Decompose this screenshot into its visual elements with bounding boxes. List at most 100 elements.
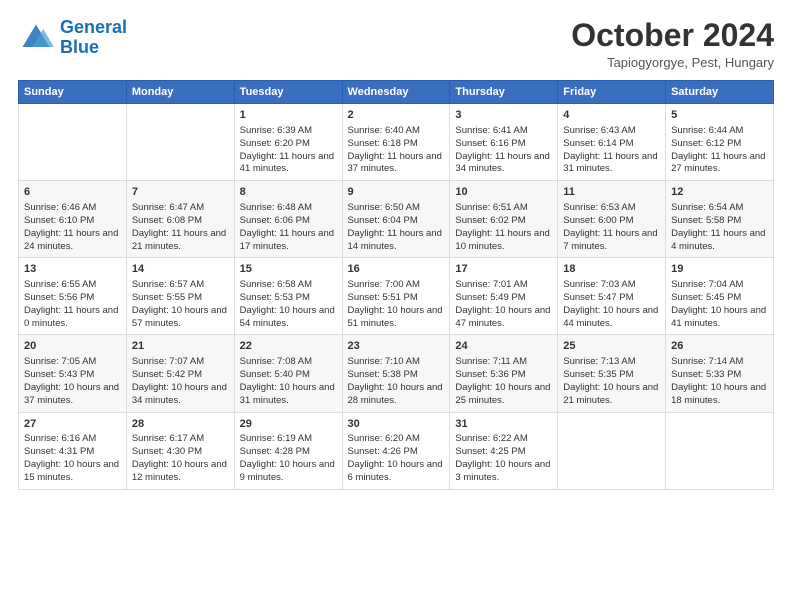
calendar-cell: 29Sunrise: 6:19 AMSunset: 4:28 PMDayligh… (234, 412, 342, 489)
day-info: Sunrise: 6:58 AMSunset: 5:53 PMDaylight:… (240, 279, 337, 330)
day-number: 23 (348, 339, 445, 354)
calendar-cell: 31Sunrise: 6:22 AMSunset: 4:25 PMDayligh… (450, 412, 558, 489)
calendar-cell: 3Sunrise: 6:41 AMSunset: 6:16 PMDaylight… (450, 104, 558, 181)
calendar-cell: 24 Sunrise: 7:11 AMSunset: 5:36 PMDayligh… (450, 335, 558, 412)
day-info: Sunrise: 7:03 AMSunset: 5:47 PMDaylight:… (563, 279, 660, 330)
calendar-cell: 22 Sunrise: 7:08 AMSunset: 5:40 PMDayligh… (234, 335, 342, 412)
calendar-cell (19, 104, 127, 181)
day-info: Sunrise: 6:50 AMSunset: 6:04 PMDaylight:… (348, 202, 445, 253)
subtitle: Tapiogyorgye, Pest, Hungary (571, 55, 774, 70)
calendar-cell: 5 Sunrise: 6:44 AMSunset: 6:12 PMDaylight… (666, 104, 774, 181)
calendar-cell: 6Sunrise: 6:46 AMSunset: 6:10 PMDaylight… (19, 181, 127, 258)
calendar-cell (558, 412, 666, 489)
day-info: Sunrise: 6:51 AMSunset: 6:02 PMDaylight:… (455, 202, 552, 253)
logo-line1: General (60, 17, 127, 37)
calendar-cell: 9 Sunrise: 6:50 AMSunset: 6:04 PMDaylight… (342, 181, 450, 258)
day-number: 4 (563, 108, 660, 123)
calendar-cell: 17 Sunrise: 7:01 AMSunset: 5:49 PMDayligh… (450, 258, 558, 335)
calendar-cell: 12Sunrise: 6:54 AMSunset: 5:58 PMDayligh… (666, 181, 774, 258)
day-number: 27 (24, 417, 121, 432)
day-number: 20 (24, 339, 121, 354)
calendar: SundayMondayTuesdayWednesdayThursdayFrid… (18, 80, 774, 489)
calendar-cell: 18 Sunrise: 7:03 AMSunset: 5:47 PMDayligh… (558, 258, 666, 335)
day-number: 22 (240, 339, 337, 354)
calendar-week-row: 6Sunrise: 6:46 AMSunset: 6:10 PMDaylight… (19, 181, 774, 258)
day-number: 28 (132, 417, 229, 432)
day-number: 24 (455, 339, 552, 354)
day-number: 16 (348, 262, 445, 277)
day-number: 21 (132, 339, 229, 354)
day-number: 3 (455, 108, 552, 123)
calendar-cell: 1Sunrise: 6:39 AMSunset: 6:20 PMDaylight… (234, 104, 342, 181)
day-info: Sunrise: 6:20 AMSunset: 4:26 PMDaylight:… (348, 433, 445, 484)
calendar-header-row: SundayMondayTuesdayWednesdayThursdayFrid… (19, 81, 774, 104)
calendar-week-row: 13Sunrise: 6:55 AMSunset: 5:56 PMDayligh… (19, 258, 774, 335)
calendar-week-row: 20 Sunrise: 7:05 AMSunset: 5:43 PMDayligh… (19, 335, 774, 412)
day-header-saturday: Saturday (666, 81, 774, 104)
day-number: 18 (563, 262, 660, 277)
header: General Blue October 2024 Tapiogyorgye, … (18, 18, 774, 70)
day-info: Sunrise: 6:53 AMSunset: 6:00 PMDaylight:… (563, 202, 660, 253)
calendar-cell (666, 412, 774, 489)
calendar-cell: 14Sunrise: 6:57 AMSunset: 5:55 PMDayligh… (126, 258, 234, 335)
day-number: 7 (132, 185, 229, 200)
calendar-cell: 25Sunrise: 7:13 AMSunset: 5:35 PMDayligh… (558, 335, 666, 412)
logo-text: General Blue (60, 18, 127, 58)
day-number: 17 (455, 262, 552, 277)
calendar-cell (126, 104, 234, 181)
calendar-week-row: 1Sunrise: 6:39 AMSunset: 6:20 PMDaylight… (19, 104, 774, 181)
calendar-cell: 30Sunrise: 6:20 AMSunset: 4:26 PMDayligh… (342, 412, 450, 489)
calendar-cell: 21 Sunrise: 7:07 AMSunset: 5:42 PMDayligh… (126, 335, 234, 412)
day-number: 26 (671, 339, 768, 354)
calendar-cell: 23Sunrise: 7:10 AMSunset: 5:38 PMDayligh… (342, 335, 450, 412)
day-number: 30 (348, 417, 445, 432)
day-info: Sunrise: 7:11 AMSunset: 5:36 PMDaylight:… (455, 356, 552, 407)
calendar-cell: 2 Sunrise: 6:40 AMSunset: 6:18 PMDaylight… (342, 104, 450, 181)
day-info: Sunrise: 7:05 AMSunset: 5:43 PMDaylight:… (24, 356, 121, 407)
day-info: Sunrise: 7:08 AMSunset: 5:40 PMDaylight:… (240, 356, 337, 407)
calendar-cell: 19Sunrise: 7:04 AMSunset: 5:45 PMDayligh… (666, 258, 774, 335)
day-number: 13 (24, 262, 121, 277)
day-number: 2 (348, 108, 445, 123)
title-block: October 2024 Tapiogyorgye, Pest, Hungary (571, 18, 774, 70)
day-info: Sunrise: 7:07 AMSunset: 5:42 PMDaylight:… (132, 356, 229, 407)
day-number: 11 (563, 185, 660, 200)
day-info: Sunrise: 6:48 AMSunset: 6:06 PMDaylight:… (240, 202, 337, 253)
day-number: 19 (671, 262, 768, 277)
page: General Blue October 2024 Tapiogyorgye, … (0, 0, 792, 500)
day-number: 1 (240, 108, 337, 123)
day-info: Sunrise: 7:01 AMSunset: 5:49 PMDaylight:… (455, 279, 552, 330)
calendar-cell: 20 Sunrise: 7:05 AMSunset: 5:43 PMDayligh… (19, 335, 127, 412)
calendar-cell: 28Sunrise: 6:17 AMSunset: 4:30 PMDayligh… (126, 412, 234, 489)
day-info: Sunrise: 7:14 AMSunset: 5:33 PMDaylight:… (671, 356, 768, 407)
day-info: Sunrise: 6:47 AMSunset: 6:08 PMDaylight:… (132, 202, 229, 253)
day-number: 5 (671, 108, 768, 123)
calendar-cell: 10 Sunrise: 6:51 AMSunset: 6:02 PMDayligh… (450, 181, 558, 258)
day-header-tuesday: Tuesday (234, 81, 342, 104)
calendar-cell: 13Sunrise: 6:55 AMSunset: 5:56 PMDayligh… (19, 258, 127, 335)
day-info: Sunrise: 6:40 AMSunset: 6:18 PMDaylight:… (348, 125, 445, 176)
day-info: Sunrise: 6:16 AMSunset: 4:31 PMDaylight:… (24, 433, 121, 484)
day-header-monday: Monday (126, 81, 234, 104)
day-number: 12 (671, 185, 768, 200)
day-number: 29 (240, 417, 337, 432)
day-info: Sunrise: 6:19 AMSunset: 4:28 PMDaylight:… (240, 433, 337, 484)
day-number: 9 (348, 185, 445, 200)
calendar-cell: 16Sunrise: 7:00 AMSunset: 5:51 PMDayligh… (342, 258, 450, 335)
calendar-cell: 4 Sunrise: 6:43 AMSunset: 6:14 PMDaylight… (558, 104, 666, 181)
day-info: Sunrise: 6:44 AMSunset: 6:12 PMDaylight:… (671, 125, 768, 176)
day-info: Sunrise: 6:22 AMSunset: 4:25 PMDaylight:… (455, 433, 552, 484)
day-number: 31 (455, 417, 552, 432)
calendar-week-row: 27Sunrise: 6:16 AMSunset: 4:31 PMDayligh… (19, 412, 774, 489)
day-number: 8 (240, 185, 337, 200)
calendar-cell: 8 Sunrise: 6:48 AMSunset: 6:06 PMDaylight… (234, 181, 342, 258)
day-number: 25 (563, 339, 660, 354)
day-info: Sunrise: 6:17 AMSunset: 4:30 PMDaylight:… (132, 433, 229, 484)
logo: General Blue (18, 18, 127, 58)
day-number: 10 (455, 185, 552, 200)
day-number: 6 (24, 185, 121, 200)
calendar-cell: 26 Sunrise: 7:14 AMSunset: 5:33 PMDayligh… (666, 335, 774, 412)
calendar-cell: 11 Sunrise: 6:53 AMSunset: 6:00 PMDayligh… (558, 181, 666, 258)
day-info: Sunrise: 6:43 AMSunset: 6:14 PMDaylight:… (563, 125, 660, 176)
day-number: 15 (240, 262, 337, 277)
